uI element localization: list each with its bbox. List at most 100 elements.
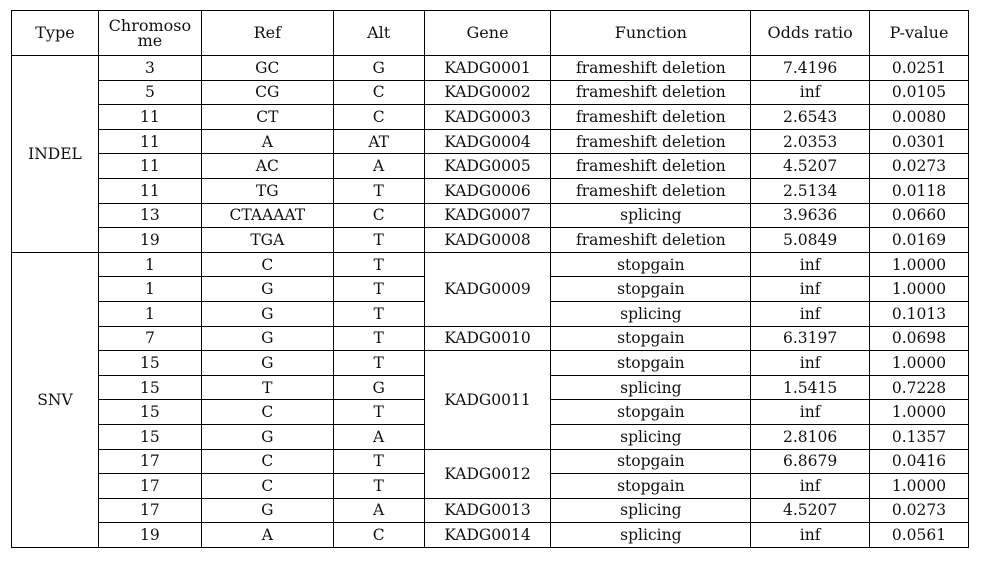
gene-cell: KADG0012 (423, 448, 552, 499)
variant-table: Type Chromoso me Ref Alt Gene Function O… (11, 10, 969, 548)
function-cell: splicing (550, 423, 752, 450)
alt-cell: G (332, 374, 425, 401)
ref-cell: C (200, 448, 334, 475)
ref-cell: AC (200, 153, 334, 179)
p-value-cell: 0.0080 (869, 104, 969, 130)
function-cell: splicing (550, 497, 752, 524)
function-cell: frameshift deletion (550, 79, 752, 106)
chromosome-cell: 15 (97, 399, 202, 425)
odds-ratio-cell: inf (750, 399, 871, 425)
ref-cell: G (200, 276, 334, 302)
table-row: 17 G A KADG0013 splicing 4.5207 0.0273 (12, 497, 969, 524)
function-cell: splicing (550, 522, 752, 548)
ref-cell: G (200, 497, 334, 524)
header-ref: Ref (200, 10, 334, 56)
gene-cell: KADG0014 (423, 522, 552, 548)
p-value-cell: 0.0105 (869, 79, 969, 106)
ref-cell: G (200, 325, 334, 352)
ref-cell: C (200, 473, 334, 499)
chromosome-cell: 7 (97, 325, 202, 352)
function-cell: frameshift deletion (550, 55, 752, 81)
alt-cell: C (332, 522, 425, 548)
gene-cell: KADG0006 (423, 177, 552, 204)
p-value-cell: 0.0169 (869, 227, 969, 253)
alt-cell: C (332, 79, 425, 106)
function-cell: frameshift deletion (550, 153, 752, 179)
chromosome-cell: 17 (97, 448, 202, 475)
p-value-cell: 0.7228 (869, 374, 969, 401)
p-value-cell: 0.0273 (869, 153, 969, 179)
header-p-value: P-value (869, 10, 969, 56)
odds-ratio-cell: 6.8679 (750, 448, 871, 475)
odds-ratio-cell: 5.0849 (750, 227, 871, 253)
function-cell: splicing (550, 300, 752, 327)
table-row: 11 A AT KADG0004 frameshift deletion 2.0353 0.… (12, 128, 969, 155)
odds-ratio-cell: inf (750, 350, 871, 376)
chromosome-cell: 3 (97, 55, 202, 81)
function-cell: stopgain (550, 350, 752, 376)
alt-cell: AT (332, 128, 425, 155)
function-cell: stopgain (550, 325, 752, 352)
chromosome-cell: 5 (97, 79, 202, 106)
ref-cell: CTAAAAT (200, 202, 334, 229)
header-row: Type Chromoso me Ref Alt Gene Function O… (11, 10, 969, 56)
odds-ratio-cell: 2.5134 (750, 177, 871, 204)
function-cell: stopgain (550, 473, 752, 499)
header-gene: Gene (423, 10, 552, 56)
alt-cell: T (332, 227, 425, 253)
odds-ratio-cell: 4.5207 (750, 497, 871, 524)
table-row: 19 A C KADG0014 splicing inf 0.0561 (12, 522, 969, 548)
table-row: INDEL 3 GC G KADG0001 frameshift deletion 7.41… (11, 55, 969, 253)
odds-ratio-cell: inf (750, 522, 871, 548)
table-row: 15 G T KADG0011 stopgain inf 1.0000 (12, 350, 969, 450)
header-odds-ratio: Odds ratio (750, 10, 871, 56)
alt-cell: T (332, 276, 425, 302)
function-cell: frameshift deletion (550, 128, 752, 155)
function-cell: splicing (550, 374, 752, 401)
odds-ratio-cell: 2.8106 (750, 423, 871, 450)
header-alt: Alt (332, 10, 425, 56)
gene-cell: KADG0009 (423, 251, 552, 327)
p-value-cell: 0.0301 (869, 128, 969, 155)
odds-ratio-cell: 4.5207 (750, 153, 871, 179)
gene-cell: KADG0003 (423, 104, 552, 130)
table-row: 11 CT C KADG0003 frameshift deletion 2.6543 0.… (12, 104, 969, 130)
chromosome-cell: 15 (97, 374, 202, 401)
p-value-cell: 0.0273 (869, 497, 969, 524)
chromosome-cell: 11 (97, 153, 202, 179)
table-row: 11 TG T KADG0006 frameshift deletion 2.5134 0.… (12, 177, 969, 204)
header-function: Function (550, 10, 752, 56)
odds-ratio-cell: inf (750, 251, 871, 278)
gene-cell: KADG0008 (423, 227, 552, 253)
odds-ratio-cell: 1.5415 (750, 374, 871, 401)
table-row: 11 AC A KADG0005 frameshift deletion 4.5207 0.… (12, 153, 969, 179)
p-value-cell: 0.0698 (869, 325, 969, 352)
chromosome-cell: 11 (97, 104, 202, 130)
chromosome-cell: 13 (97, 202, 202, 229)
chromosome-cell: 11 (97, 128, 202, 155)
alt-cell: C (332, 104, 425, 130)
alt-cell: T (332, 399, 425, 425)
ref-cell: G (200, 350, 334, 376)
alt-cell: T (332, 251, 425, 278)
ref-cell: A (200, 522, 334, 548)
gene-cell: KADG0010 (423, 325, 552, 352)
odds-ratio-cell: inf (750, 473, 871, 499)
alt-cell: G (332, 55, 425, 81)
gene-cell: KADG0001 (423, 55, 552, 81)
p-value-cell: 0.1357 (869, 423, 969, 450)
ref-cell: G (200, 300, 334, 327)
alt-cell: T (332, 177, 425, 204)
group-indel: INDEL 3 GC G KADG0001 frameshift deletion 7.41… (11, 55, 969, 253)
odds-ratio-cell: inf (750, 300, 871, 327)
function-cell: stopgain (550, 399, 752, 425)
chromosome-cell: 11 (97, 177, 202, 204)
function-cell: frameshift deletion (550, 227, 752, 253)
alt-cell: A (332, 497, 425, 524)
odds-ratio-cell: 2.6543 (750, 104, 871, 130)
p-value-cell: 1.0000 (869, 276, 969, 302)
chromosome-cell: 1 (97, 251, 202, 278)
odds-ratio-cell: 2.0353 (750, 128, 871, 155)
gene-cell: KADG0004 (423, 128, 552, 155)
gene-cell: KADG0002 (423, 79, 552, 106)
